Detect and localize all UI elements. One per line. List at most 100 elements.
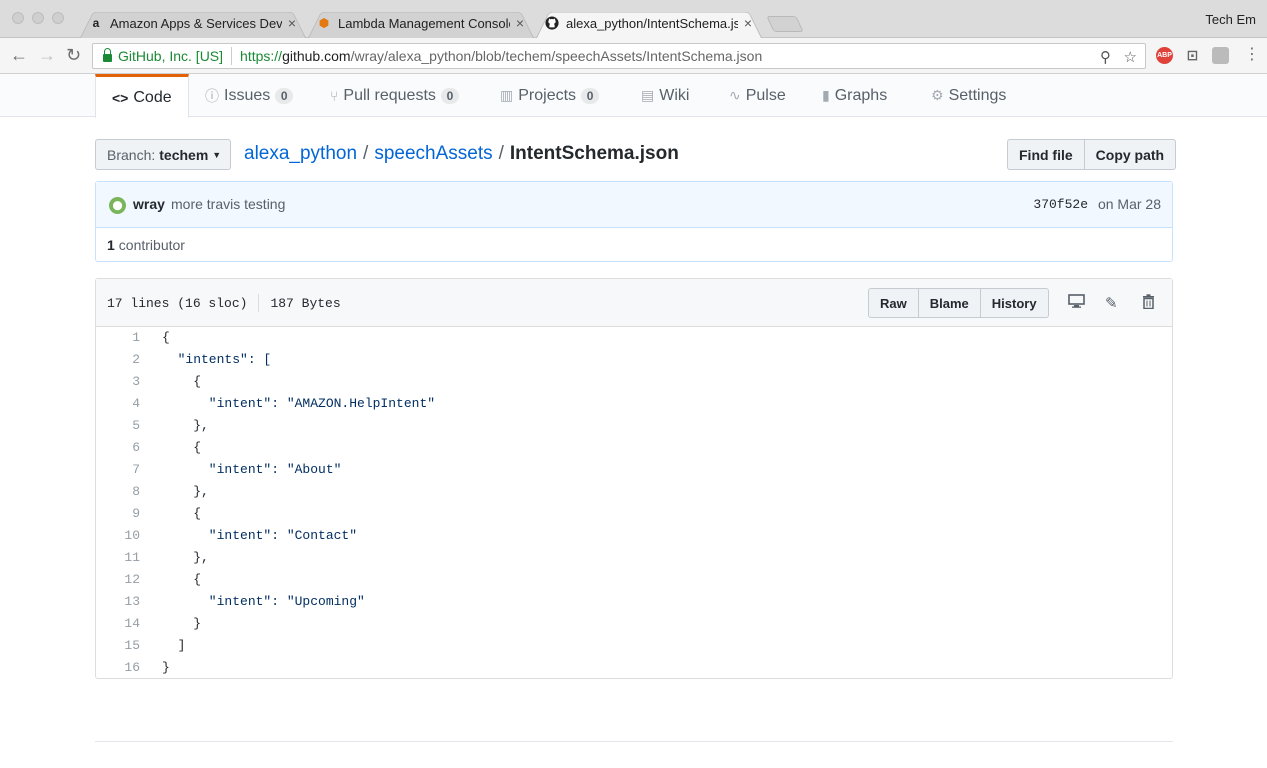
tab-wiki[interactable]: ▤ Wiki (641, 74, 689, 117)
file-view-buttons: Raw Blame History (868, 288, 1049, 318)
git-pull-request-icon: ⑂ (330, 87, 339, 104)
address-bar[interactable]: GitHub, Inc. [US] https://github.com/wra… (92, 43, 1146, 69)
latest-commit: ⬤ wray more travis testing 370f52e on Ma… (96, 182, 1172, 228)
file-lines-info: 17 lines (16 sloc) (107, 295, 248, 311)
file-actions-group: Find file Copy path (1007, 139, 1177, 170)
line-number[interactable]: 3 (96, 371, 140, 393)
code-line: 13 "intent": "Upcoming" (96, 591, 1172, 613)
window-minimize-dot[interactable] (32, 12, 44, 24)
tab-label: Pull requests (343, 86, 436, 104)
code-line: 9 { (96, 503, 1172, 525)
line-number[interactable]: 2 (96, 349, 140, 371)
browser-tab-lambda[interactable]: ⬢ Lambda Management Console × (308, 8, 534, 38)
project-icon: ▥ (500, 87, 514, 103)
close-icon[interactable]: × (516, 15, 524, 31)
breadcrumb-folder-link[interactable]: speechAssets (374, 143, 492, 164)
pulse-icon: ∿ (729, 87, 741, 103)
issue-opened-icon: ⓘ (205, 87, 219, 104)
browser-tab-github[interactable]: alexa_python/IntentSchema.json × (536, 8, 762, 38)
file-viewer: 17 lines (16 sloc) 187 Bytes Raw Blame H… (95, 278, 1173, 679)
caret-down-icon: ▼ (212, 149, 222, 160)
commit-author[interactable]: wray (133, 196, 165, 212)
forward-arrow-icon[interactable]: → (38, 46, 56, 64)
line-number[interactable]: 8 (96, 481, 140, 503)
gear-icon: ⚙ (931, 87, 944, 103)
tab-projects[interactable]: ▥ Projects 0 (500, 74, 600, 117)
issues-counter: 0 (275, 87, 294, 104)
line-number[interactable]: 13 (96, 591, 140, 613)
new-tab-button[interactable] (766, 16, 804, 32)
tab-pull-requests[interactable]: ⑂ Pull requests 0 (330, 74, 459, 117)
url-host: github.com (282, 48, 351, 64)
code-line: 1{ (96, 327, 1172, 349)
line-number[interactable]: 7 (96, 459, 140, 481)
profile-name[interactable]: Tech Em (1205, 12, 1256, 27)
code-line: 4 "intent": "AMAZON.HelpIntent" (96, 393, 1172, 415)
projects-counter: 0 (581, 87, 600, 104)
code-blob: 1{ 2 "intents": [ 3 { 4 "intent": "AMAZO… (96, 327, 1172, 679)
window-close-dot[interactable] (12, 12, 24, 24)
browser-toolbar: ← → ↻ GitHub, Inc. [US] https://github.c… (0, 38, 1267, 74)
find-file-button[interactable]: Find file (1007, 139, 1085, 170)
tab-label: Graphs (834, 86, 888, 104)
file-header: 17 lines (16 sloc) 187 Bytes Raw Blame H… (96, 279, 1172, 327)
tab-label: Projects (518, 86, 577, 104)
adblock-plus-icon[interactable]: ABP (1156, 47, 1173, 64)
zoom-icon[interactable]: ⚲ (1100, 48, 1111, 66)
line-number[interactable]: 14 (96, 613, 140, 635)
line-number[interactable]: 5 (96, 415, 140, 437)
aws-lambda-icon: ⬢ (318, 16, 330, 30)
tab-code[interactable]: <> Code (95, 74, 189, 118)
github-icon (544, 15, 560, 31)
copy-path-button[interactable]: Copy path (1084, 139, 1177, 170)
bookmark-star-icon[interactable]: ☆ (1124, 48, 1137, 66)
desktop-icon[interactable] (1068, 294, 1085, 312)
close-icon[interactable]: × (744, 15, 752, 31)
back-arrow-icon[interactable]: ← (10, 46, 28, 64)
security-indicator[interactable]: GitHub, Inc. [US] (118, 48, 223, 64)
line-number[interactable]: 15 (96, 635, 140, 657)
blame-button[interactable]: Blame (918, 288, 981, 318)
tab-title: Amazon Apps & Services Developer Portal (109, 15, 282, 31)
commit-sha[interactable]: 370f52e (1033, 197, 1088, 212)
code-icon: <> (112, 89, 129, 106)
tab-settings[interactable]: ⚙ Settings (931, 74, 1006, 117)
tab-graphs[interactable]: ▮ Graphs (822, 74, 887, 117)
window-zoom-dot[interactable] (52, 12, 64, 24)
tab-issues[interactable]: ⓘ Issues 0 (205, 74, 294, 117)
code-text: { (162, 506, 202, 521)
code-line: 8 }, (96, 481, 1172, 503)
extension-icon[interactable] (1212, 47, 1229, 64)
branch-select-button[interactable]: Branch: techem ▼ (95, 139, 231, 170)
browser-tab-amazon[interactable]: a Amazon Apps & Services Developer Porta… (80, 8, 306, 38)
line-number[interactable]: 10 (96, 525, 140, 547)
code-text: }, (162, 418, 209, 433)
breadcrumb-separator: / (363, 143, 369, 164)
line-number[interactable]: 1 (96, 327, 140, 349)
url-path: /wray/alexa_python/blob/techem/speechAss… (350, 48, 763, 64)
tab-pulse[interactable]: ∿ Pulse (729, 74, 786, 117)
reload-icon[interactable]: ↻ (66, 46, 81, 64)
trashcan-icon[interactable] (1142, 294, 1155, 313)
close-icon[interactable]: × (288, 15, 296, 31)
pulls-counter: 0 (440, 87, 459, 104)
line-number[interactable]: 12 (96, 569, 140, 591)
line-number[interactable]: 4 (96, 393, 140, 415)
line-number[interactable]: 6 (96, 437, 140, 459)
menu-kebab-icon[interactable]: ⋮ (1244, 46, 1260, 64)
code-text: } (162, 660, 170, 675)
contributors[interactable]: 1 contributor (96, 228, 1172, 261)
code-line: 7 "intent": "About" (96, 459, 1172, 481)
cast-icon[interactable]: ⊡ (1184, 47, 1201, 64)
code-text: }, (162, 550, 209, 565)
history-button[interactable]: History (980, 288, 1049, 318)
line-number[interactable]: 9 (96, 503, 140, 525)
avatar[interactable]: ⬤ (109, 197, 126, 214)
breadcrumb-repo-link[interactable]: alexa_python (244, 143, 357, 164)
line-number[interactable]: 16 (96, 657, 140, 679)
branch-name: techem (159, 146, 209, 163)
commit-message[interactable]: more travis testing (171, 196, 285, 212)
line-number[interactable]: 11 (96, 547, 140, 569)
pencil-icon[interactable]: ✎ (1105, 294, 1118, 312)
raw-button[interactable]: Raw (868, 288, 919, 318)
